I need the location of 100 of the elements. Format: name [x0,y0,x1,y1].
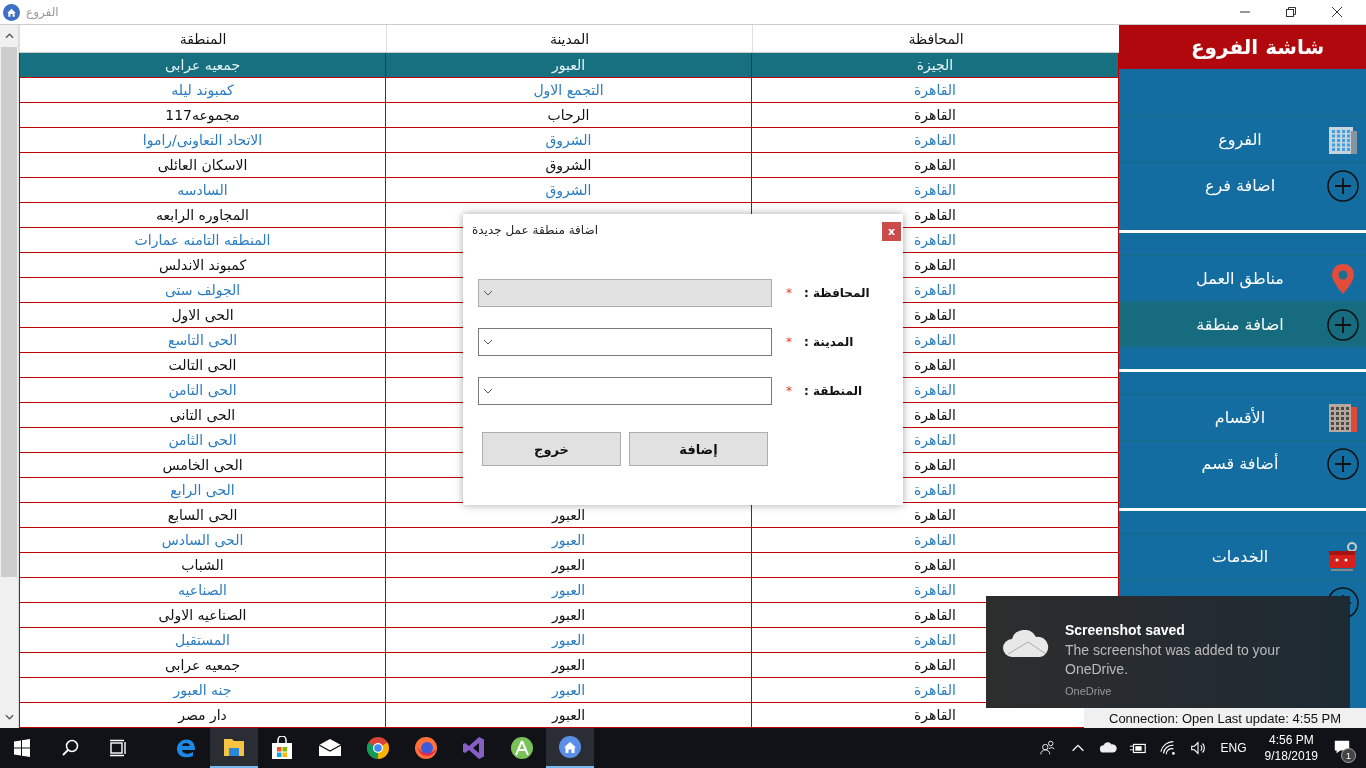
table-cell[interactable]: القاهرة [914,582,956,598]
table-cell[interactable]: الجولف ستى [164,282,241,298]
table-cell[interactable]: جمعيه عرابى [164,57,241,73]
table-cell[interactable]: القاهرة [914,482,956,498]
column-header[interactable]: المنطقة [19,25,386,52]
table-cell[interactable]: القاهرة [914,107,956,123]
sidebar-item[interactable]: الفروع [1119,116,1366,162]
table-cell[interactable]: السادسه [177,182,228,198]
table-cell[interactable]: المجاوره الرابعه [156,207,249,223]
table-cell[interactable]: القاهرة [914,707,956,723]
table-cell[interactable]: الحى الثامن [168,432,237,448]
table-cell[interactable]: الجيزة [916,57,954,73]
table-cell[interactable]: الحى التاسع [167,332,238,348]
table-cell[interactable]: جمعيه عرابى [164,657,241,673]
table-cell[interactable]: العبور [551,707,586,723]
table-cell[interactable]: الحى الرابع [170,482,235,498]
table-cell[interactable]: القاهرة [914,82,956,98]
dropdown-field[interactable] [478,328,772,356]
speaker-icon[interactable] [1188,739,1207,757]
table-cell[interactable]: القاهرة [914,132,956,148]
table-cell[interactable]: القاهرة [914,557,956,573]
table-cell[interactable]: الصناعيه [178,582,227,598]
table-cell[interactable]: القاهرة [914,357,956,373]
table-cell[interactable]: العبور [551,632,586,648]
restore-icon[interactable] [1286,7,1296,17]
table-cell[interactable]: القاهرة [914,307,956,323]
table-cell[interactable]: الشروق [545,132,592,148]
table-cell[interactable]: الاسكان العائلى [157,157,248,173]
table-cell[interactable]: التجمع الاول [533,82,604,98]
sidebar-item[interactable]: اضافة فرع [1119,162,1366,208]
language-indicator[interactable]: ENG [1220,741,1247,755]
table-cell[interactable]: الشروق [545,182,592,198]
table-cell[interactable]: القاهرة [914,407,956,423]
dropdown-field[interactable] [478,377,772,405]
table-cell[interactable]: كمبوند الاندلس [158,257,247,273]
table-cell[interactable]: القاهرة [914,657,956,673]
table-cell[interactable]: المنطقه التامنه عمارات [134,232,271,248]
table-cell[interactable]: المستقبل [175,632,230,648]
table-cell[interactable]: القاهرة [914,207,956,223]
dialog-button[interactable]: إضافة [629,432,768,466]
table-cell[interactable]: القاهرة [914,182,956,198]
table-cell[interactable]: القاهرة [914,432,956,448]
table-cell[interactable]: الحى السابع [167,507,238,523]
table-cell[interactable]: الحى الاول [171,307,234,323]
sidebar-item[interactable]: اضافة منطقة [1119,301,1366,347]
scrollbar[interactable] [0,25,19,728]
wifi-icon[interactable] [1158,739,1177,757]
table-cell[interactable]: القاهرة [914,232,956,248]
table-cell[interactable]: الشروق [545,157,592,173]
table-cell[interactable]: العبور [551,682,586,698]
table-cell[interactable]: العبور [551,557,586,573]
column-header[interactable]: المدينة [386,25,752,52]
required-mark: * [786,384,792,398]
table-cell[interactable]: القاهرة [914,607,956,623]
table-cell[interactable]: القاهرة [914,682,956,698]
table-cell[interactable]: الاتحاد التعاونى/راموا [142,132,263,148]
table-cell[interactable]: القاهرة [914,532,956,548]
table-cell[interactable]: جنه العبور [173,682,232,698]
start-icon[interactable] [12,738,32,758]
table-cell[interactable]: الحى التامن [168,382,237,398]
table-cell[interactable]: الحى التالت [168,357,237,373]
table-cell[interactable]: القاهرة [914,632,956,648]
table-cell[interactable]: العبور [551,582,586,598]
table-cell[interactable]: العبور [551,657,586,673]
table-cell[interactable]: دار مصر [178,707,227,723]
table-cell[interactable]: مجموعه117 [165,107,240,123]
close-icon[interactable] [1332,7,1342,17]
notification-text: The screenshot was added to your OneDrive. [1065,641,1281,679]
table-cell[interactable]: القاهرة [914,332,956,348]
table-cell[interactable]: العبور [551,607,586,623]
clock[interactable]: 4:56 PM 9/18/2019 [1264,732,1318,764]
table-cell[interactable]: القاهرة [914,457,956,473]
table-cell[interactable]: الحى الخامس [162,457,243,473]
table-cell[interactable]: القاهرة [914,382,956,398]
table-cell[interactable]: القاهرة [914,282,956,298]
sidebar-item[interactable]: أضافة قسم [1119,440,1366,486]
table-cell[interactable]: الحى التانى [169,407,236,423]
search-icon[interactable] [60,738,80,758]
sidebar-item[interactable]: الخدمات [1119,533,1366,579]
table-cell[interactable]: الشباب [181,557,224,573]
table-cell[interactable]: العبور [551,507,586,523]
dialog-button[interactable]: خروج [482,432,621,466]
table-cell[interactable]: القاهرة [914,507,956,523]
table-cell[interactable]: القاهرة [914,157,956,173]
table-cell[interactable]: كمبوند ليله [171,82,234,98]
sidebar-item[interactable]: الأقسام [1119,394,1366,440]
task-view-icon[interactable] [108,738,128,758]
table-cell[interactable]: العبور [551,532,586,548]
table-cell[interactable]: العبور [551,57,586,73]
table-cell[interactable]: الحى السادس [161,532,244,548]
taskbar-app[interactable] [546,728,594,768]
scroll-down-icon[interactable] [4,714,14,720]
table-cell[interactable]: الصناعيه الاولى [158,607,247,623]
scroll-up-icon[interactable] [4,33,14,39]
table-cell[interactable]: القاهرة [914,257,956,273]
taskbar-app[interactable] [210,728,258,768]
close-button[interactable]: x [882,222,901,241]
table-cell[interactable]: الرحاب [547,107,590,123]
people-icon[interactable] [1038,739,1057,757]
notification-card[interactable]: Screenshot saved The screenshot was added to your OneDrive. OneDrive [986,596,1350,708]
